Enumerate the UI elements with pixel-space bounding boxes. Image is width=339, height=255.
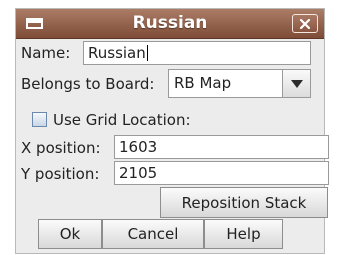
board-selected-value: RB Map bbox=[174, 74, 232, 92]
title-bar[interactable]: Russian bbox=[16, 9, 324, 39]
reposition-stack-button[interactable]: Reposition Stack bbox=[160, 187, 328, 218]
grid-location-checkbox[interactable] bbox=[32, 112, 47, 127]
text-caret bbox=[146, 45, 148, 61]
dialog-window: Russian Name: Russian Belongs to Board: … bbox=[15, 8, 329, 254]
cancel-button[interactable]: Cancel bbox=[102, 219, 204, 249]
triangle-down-icon bbox=[290, 79, 303, 88]
y-position-input[interactable]: 2105 bbox=[114, 161, 329, 185]
y-position-label: Y position: bbox=[21, 165, 100, 183]
grid-location-label: Use Grid Location: bbox=[53, 111, 191, 129]
ok-button[interactable]: Ok bbox=[38, 219, 102, 249]
name-label: Name: bbox=[21, 44, 71, 62]
name-input[interactable]: Russian bbox=[83, 41, 311, 65]
board-select[interactable]: RB Map bbox=[168, 69, 311, 98]
board-dropdown-button[interactable] bbox=[282, 70, 310, 97]
dialog-title: Russian bbox=[132, 13, 208, 33]
name-value: Russian bbox=[88, 44, 146, 62]
help-button[interactable]: Help bbox=[204, 219, 283, 249]
x-position-label: X position: bbox=[21, 139, 101, 157]
x-position-input[interactable]: 1603 bbox=[114, 135, 329, 159]
close-icon bbox=[299, 18, 311, 29]
x-position-value: 1603 bbox=[119, 138, 158, 156]
board-label: Belongs to Board: bbox=[21, 75, 155, 93]
y-position-value: 2105 bbox=[119, 164, 158, 182]
close-button[interactable] bbox=[292, 14, 318, 33]
